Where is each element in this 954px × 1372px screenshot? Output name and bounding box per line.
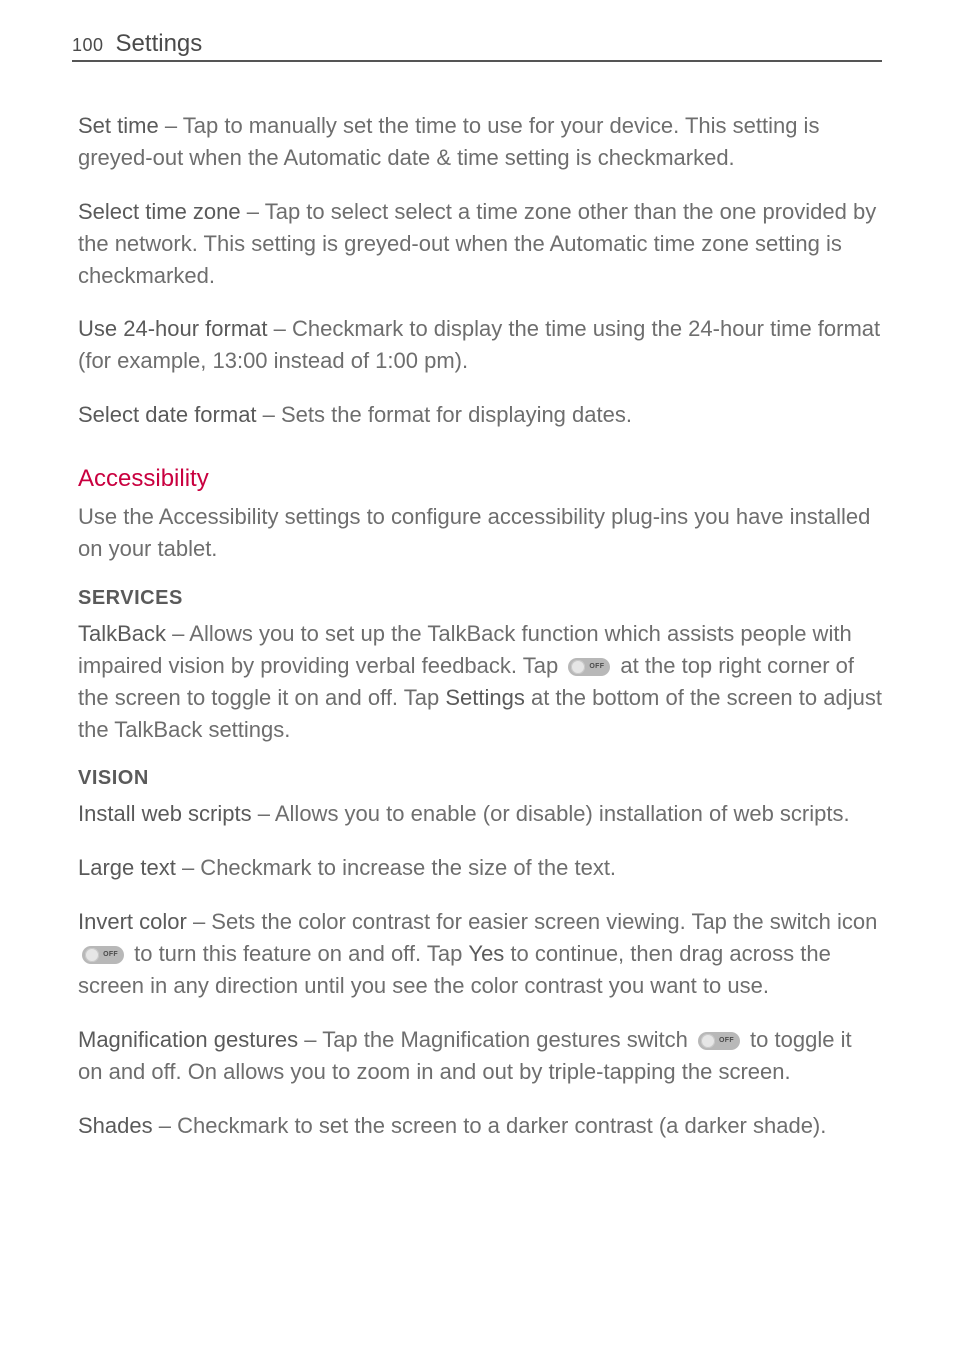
large-text-desc: – Checkmark to increase the size of the … bbox=[176, 855, 616, 880]
install-web-scripts-paragraph: Install web scripts – Allows you to enab… bbox=[78, 798, 882, 830]
accessibility-desc: Use the Accessibility settings to config… bbox=[78, 501, 882, 565]
large-text-paragraph: Large text – Checkmark to increase the s… bbox=[78, 852, 882, 884]
magnification-desc-a: – Tap the Magnification gestures switch bbox=[298, 1027, 694, 1052]
vision-heading: VISION bbox=[78, 767, 882, 790]
invert-color-desc-b: to turn this feature on and off. Tap bbox=[128, 941, 468, 966]
page-title: Settings bbox=[116, 30, 203, 58]
select-date-format-desc: – Sets the format for displaying dates. bbox=[257, 402, 632, 427]
talkback-paragraph: TalkBack – Allows you to set up the Talk… bbox=[78, 618, 882, 746]
set-time-term: Set time bbox=[78, 113, 159, 138]
set-time-paragraph: Set time – Tap to manually set the time … bbox=[78, 110, 882, 174]
select-time-zone-paragraph: Select time zone – Tap to select select … bbox=[78, 196, 882, 292]
page-header: 100 Settings bbox=[72, 30, 882, 62]
talkback-term: TalkBack bbox=[78, 621, 166, 646]
invert-color-paragraph: Invert color – Sets the color contrast f… bbox=[78, 906, 882, 1002]
toggle-off-icon: OFF bbox=[82, 946, 124, 964]
services-heading: SERVICES bbox=[78, 587, 882, 610]
set-time-desc: – Tap to manually set the time to use fo… bbox=[78, 113, 819, 170]
toggle-off-icon: OFF bbox=[698, 1032, 740, 1050]
use-24-hour-paragraph: Use 24-hour format – Checkmark to displa… bbox=[78, 313, 882, 377]
magnification-paragraph: Magnification gestures – Tap the Magnifi… bbox=[78, 1024, 882, 1088]
large-text-term: Large text bbox=[78, 855, 176, 880]
page: 100 Settings Set time – Tap to manually … bbox=[0, 0, 954, 1372]
install-web-scripts-desc: – Allows you to enable (or disable) inst… bbox=[252, 801, 850, 826]
invert-color-desc-a: – Sets the color contrast for easier scr… bbox=[187, 909, 878, 934]
select-date-format-term: Select date format bbox=[78, 402, 257, 427]
accessibility-heading: Accessibility bbox=[78, 465, 882, 493]
shades-paragraph: Shades – Checkmark to set the screen to … bbox=[78, 1110, 882, 1142]
select-date-format-paragraph: Select date format – Sets the format for… bbox=[78, 399, 882, 431]
shades-term: Shades bbox=[78, 1113, 153, 1138]
select-time-zone-term: Select time zone bbox=[78, 199, 241, 224]
invert-color-yes-term: Yes bbox=[468, 941, 504, 966]
toggle-off-icon: OFF bbox=[568, 658, 610, 676]
page-number: 100 bbox=[72, 35, 104, 56]
magnification-term: Magnification gestures bbox=[78, 1027, 298, 1052]
use-24-hour-term: Use 24-hour format bbox=[78, 316, 268, 341]
shades-desc: – Checkmark to set the screen to a darke… bbox=[153, 1113, 827, 1138]
invert-color-term: Invert color bbox=[78, 909, 187, 934]
page-body: Set time – Tap to manually set the time … bbox=[72, 110, 882, 1142]
talkback-settings-term: Settings bbox=[445, 685, 525, 710]
install-web-scripts-term: Install web scripts bbox=[78, 801, 252, 826]
